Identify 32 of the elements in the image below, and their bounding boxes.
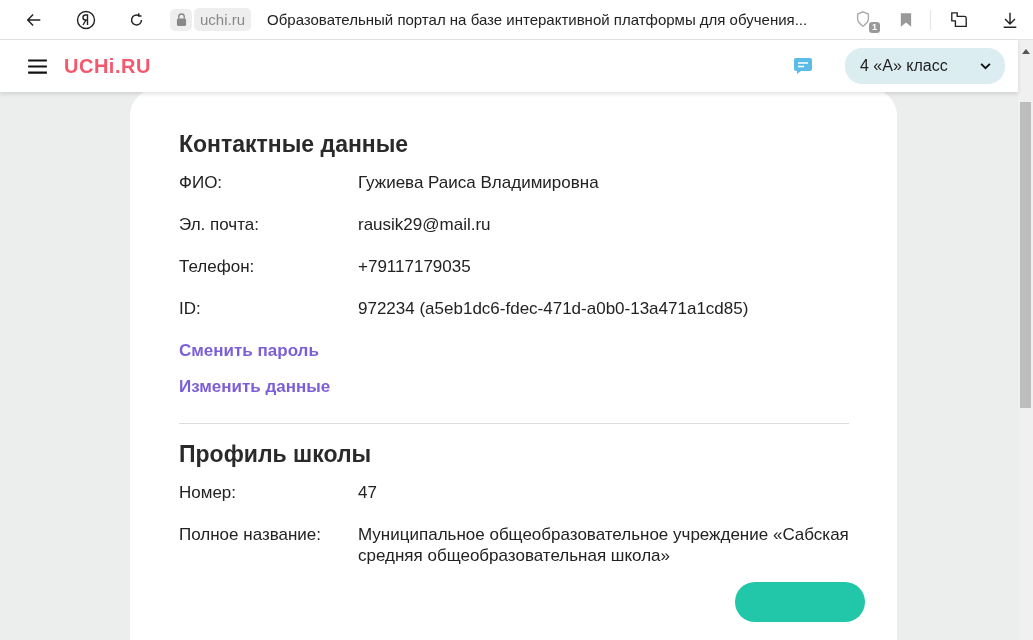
field-label: Номер: bbox=[179, 482, 238, 503]
field-value: Гужиева Раиса Владимировна bbox=[358, 172, 600, 193]
address-field[interactable]: uchi.ru bbox=[194, 8, 252, 31]
extensions-icon[interactable] bbox=[949, 10, 969, 29]
scroll-up-icon[interactable] bbox=[1022, 49, 1030, 54]
yandex-logo-icon[interactable] bbox=[76, 9, 96, 30]
menu-icon[interactable] bbox=[28, 58, 47, 74]
bookmark-icon[interactable] bbox=[900, 11, 912, 28]
protect-badge: 1 bbox=[869, 21, 880, 33]
scrollbar[interactable] bbox=[1018, 40, 1033, 640]
field-value: 972234 (a5eb1dc6-fdec-471d-a0b0-13a471a1cd85) bbox=[358, 298, 750, 319]
field-label: ID: bbox=[179, 298, 202, 319]
field-label: ФИО: bbox=[179, 172, 224, 193]
lock-icon[interactable] bbox=[170, 8, 192, 31]
field-value: rausik29@mail.ru bbox=[358, 214, 492, 235]
link[interactable]: Изменить данные bbox=[179, 377, 331, 396]
field-value: 47 bbox=[358, 482, 378, 503]
scrollbar-thumb[interactable] bbox=[1020, 102, 1031, 408]
field-label: Телефон: bbox=[179, 256, 256, 277]
section-title: Контактные данные bbox=[179, 131, 410, 158]
field-value: +79117179035 bbox=[358, 256, 472, 277]
page-title: Образовательный портал на базе интерактивной платформы для обучения... bbox=[267, 11, 809, 28]
chevron-down-icon bbox=[980, 62, 991, 70]
link[interactable]: Сменить пароль bbox=[179, 341, 319, 360]
download-icon[interactable] bbox=[1001, 10, 1019, 29]
class-selector[interactable]: 4 «А» класс bbox=[845, 48, 1005, 84]
section-title: Профиль школы bbox=[179, 441, 373, 468]
field-label: Эл. почта: bbox=[179, 214, 260, 235]
field-value: Муниципальное общеобразовательное учреждение «Сабская средняя общеобразовательная школа» bbox=[358, 524, 849, 566]
field-label: Полное название: bbox=[179, 524, 323, 546]
shield-icon[interactable] bbox=[854, 9, 872, 28]
site-logo[interactable]: UCHi.RU bbox=[64, 54, 151, 78]
